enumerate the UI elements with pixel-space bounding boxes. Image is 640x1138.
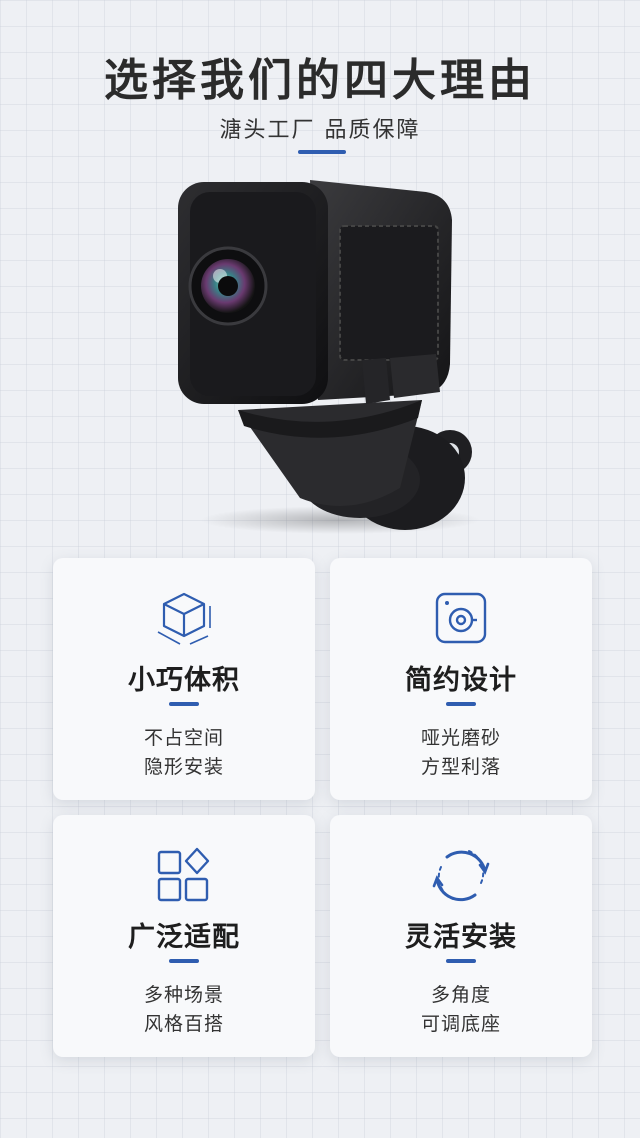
- feature-desc-line1: 多角度: [430, 984, 491, 1006]
- grid-apps-icon: [157, 847, 210, 902]
- feature-card-compact: 小巧体积 不占空间 隐形安装: [53, 558, 315, 800]
- feature-desc-line1: 不占空间: [143, 727, 224, 749]
- feature-title: 广泛适配: [128, 922, 240, 953]
- camera-square-icon: [435, 592, 487, 644]
- cube-dimensions-icon: [157, 592, 211, 645]
- page: 选择我们的四大理由 溏头工厂 品质保障 小巧体积 不占空间 隐形安装 简约设计 …: [0, 0, 640, 1138]
- feature-divider: [169, 959, 199, 963]
- feature-card-design: 简约设计 哑光磨砂 方型利落: [330, 558, 592, 800]
- feature-divider: [446, 959, 476, 963]
- page-title: 选择我们的四大理由: [104, 55, 536, 106]
- title-underline: [298, 150, 346, 154]
- feature-desc-line2: 风格百搭: [143, 1013, 224, 1035]
- feature-title: 灵活安装: [405, 922, 517, 953]
- page-subtitle: 溏头工厂 品质保障: [219, 118, 421, 143]
- feature-desc-line2: 方型利落: [420, 756, 501, 778]
- feature-desc-line1: 哑光磨砂: [420, 727, 501, 749]
- rotate-arrows-icon: [432, 850, 490, 902]
- feature-divider: [169, 702, 199, 706]
- feature-card-installation: 灵活安装 多角度 可调底座: [330, 815, 592, 1057]
- feature-card-compatibility: 广泛适配 多种场景 风格百搭: [53, 815, 315, 1057]
- feature-divider: [446, 702, 476, 706]
- camera-product-image: [178, 180, 480, 534]
- feature-desc-line2: 隐形安装: [143, 756, 224, 778]
- feature-title: 小巧体积: [128, 665, 240, 696]
- feature-desc-line1: 多种场景: [143, 984, 224, 1006]
- feature-title: 简约设计: [405, 665, 517, 696]
- feature-desc-line2: 可调底座: [420, 1013, 501, 1035]
